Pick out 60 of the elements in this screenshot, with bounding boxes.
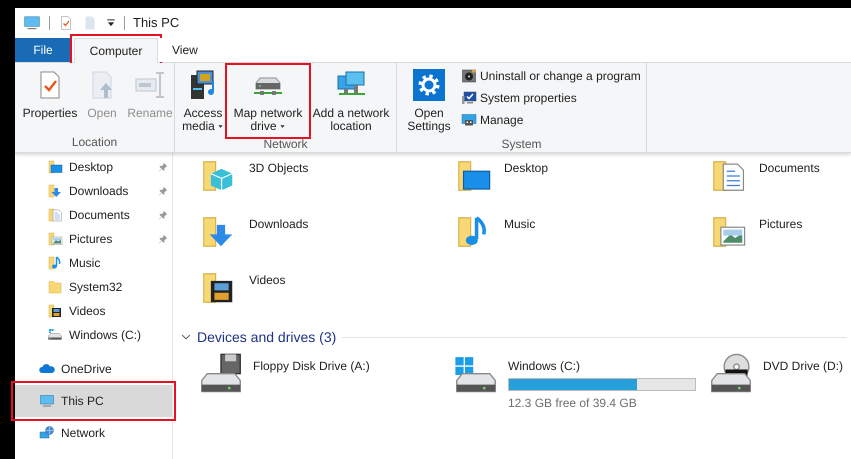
disc-box-icon	[461, 68, 477, 84]
document-check-icon	[58, 15, 74, 31]
nav-item[interactable]: OneDrive	[15, 353, 172, 385]
folder-item[interactable]: Videos	[199, 267, 454, 323]
ribbon-command[interactable]: Manage	[461, 111, 641, 129]
rename-field-icon	[134, 69, 166, 101]
pin-icon	[158, 162, 168, 172]
pin-icon	[158, 234, 168, 244]
folder-film-icon	[47, 303, 63, 319]
folder-document-icon	[47, 207, 63, 223]
drive-item[interactable]: Floppy Disk Drive (A:)	[199, 353, 454, 412]
group-label: System	[500, 136, 542, 153]
group-label: Location	[70, 134, 118, 151]
folder-landscape-icon	[47, 231, 63, 247]
nav-item[interactable]: Downloads	[15, 179, 172, 203]
window-title: This PC	[133, 14, 180, 32]
nav-item[interactable]: Documents	[15, 203, 172, 227]
folder-icon	[47, 279, 63, 295]
ribbon-button[interactable]: Map network drive	[229, 67, 307, 135]
nav-item[interactable]: Pictures	[15, 227, 172, 251]
computer-manage-icon	[461, 112, 477, 128]
drive-item[interactable]: DVD Drive (D:)	[709, 353, 851, 412]
caret-icon	[278, 123, 286, 130]
dropdown-icon	[106, 18, 116, 28]
free-space-text: 12.3 GB free of 39.4 GB	[508, 395, 638, 412]
ribbon-command[interactable]: System properties	[461, 89, 641, 107]
pin-icon	[158, 210, 168, 220]
nav-item[interactable]: System32	[15, 275, 172, 299]
pin-icon	[158, 186, 168, 196]
ribbon-button[interactable]: Open Settings	[401, 67, 457, 135]
folder-item[interactable]: Downloads	[199, 211, 454, 267]
group-label: Network	[262, 136, 308, 153]
folder-item[interactable]: Music	[454, 211, 709, 267]
folder-item[interactable]: Pictures	[709, 211, 851, 267]
caret-icon	[216, 123, 224, 130]
nav-item[interactable]: Network	[15, 417, 172, 449]
drive-icon	[47, 327, 63, 343]
ribbon-command[interactable]: Uninstall or change a program	[461, 67, 641, 85]
monitor-check-icon	[461, 90, 477, 106]
section-header[interactable]: Devices and drives (3)	[197, 326, 336, 348]
nav-item[interactable]: Videos	[15, 299, 172, 323]
ribbon-button[interactable]: Properties	[19, 67, 81, 122]
ribbon-button[interactable]: Access media	[179, 67, 227, 135]
nav-item[interactable]: Desktop	[15, 155, 172, 179]
monitor-icon	[39, 393, 55, 409]
folder-monitor-icon	[47, 159, 63, 175]
folder-item[interactable]: Desktop	[454, 155, 709, 211]
nav-item[interactable]: This PC	[15, 385, 172, 417]
settings-icon	[413, 69, 445, 101]
nav-item[interactable]: Windows (C:)	[15, 323, 172, 347]
folder-arrow-icon	[47, 183, 63, 199]
nav-item[interactable]: Music	[15, 251, 172, 275]
file-tab[interactable]: File	[15, 38, 71, 62]
folder-note-icon	[47, 255, 63, 271]
folder-item[interactable]: Documents	[709, 155, 851, 211]
drive-item[interactable]: Windows (C:) 12.3 GB free of 39.4 GB	[454, 353, 709, 412]
folder-item[interactable]: 3D Objects	[199, 155, 454, 211]
globe-monitor-icon	[39, 425, 55, 441]
ribbon-button[interactable]: Add a network location	[309, 67, 393, 135]
monitor-icon	[23, 14, 41, 32]
